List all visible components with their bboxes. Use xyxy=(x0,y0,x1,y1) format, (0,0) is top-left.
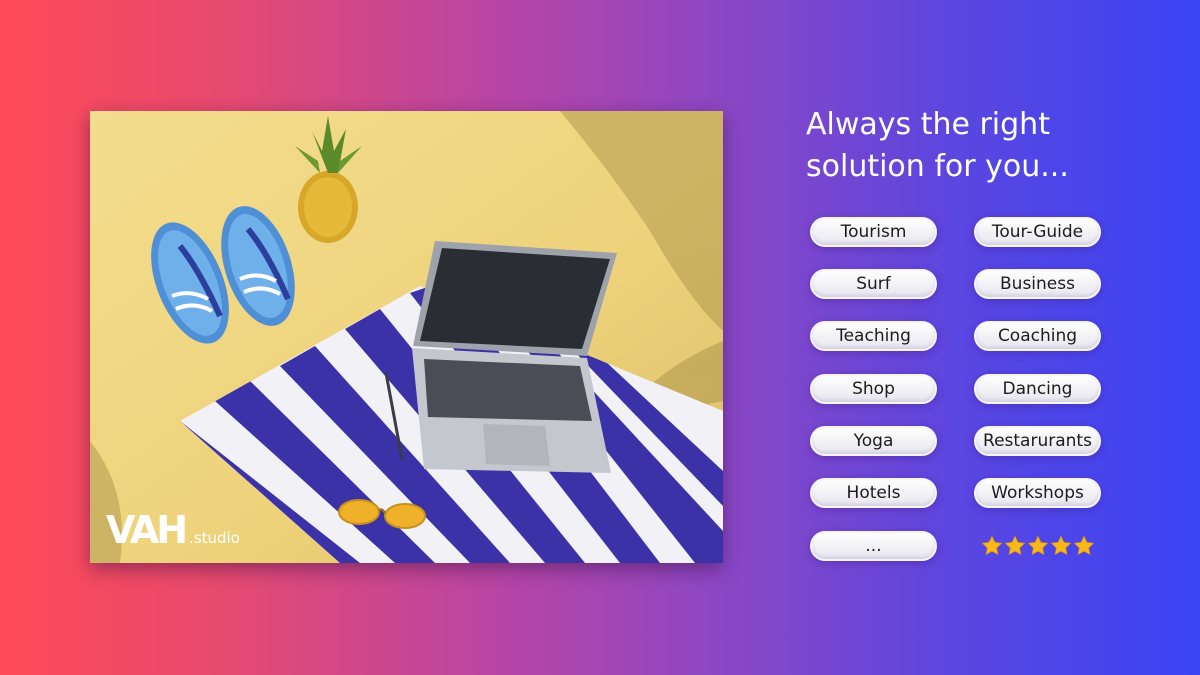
tag-tour-guide[interactable]: Tour-Guide xyxy=(974,217,1101,247)
tag-hotels[interactable]: Hotels xyxy=(810,478,937,508)
beach-scene-illustration xyxy=(90,111,723,563)
star-icon xyxy=(1027,535,1049,556)
vah-studio-logo: VAH .studio xyxy=(106,511,240,549)
tag-surf[interactable]: Surf xyxy=(810,269,937,299)
tag-workshops[interactable]: Workshops xyxy=(974,478,1101,508)
tag-teaching[interactable]: Teaching xyxy=(810,321,937,351)
tag-shop[interactable]: Shop xyxy=(810,374,937,404)
headline-line-2: solution for you... xyxy=(806,149,1069,184)
headline: Always the right solution for you... xyxy=(806,104,1166,188)
tag-dancing[interactable]: Dancing xyxy=(974,374,1101,404)
tag-more[interactable]: ... xyxy=(810,531,937,561)
tag-tourism[interactable]: Tourism xyxy=(810,217,937,247)
star-rating xyxy=(981,535,1097,559)
logo-subtext: .studio xyxy=(189,529,240,547)
beach-workspace-photo: VAH .studio xyxy=(90,111,723,563)
tag-restaurants[interactable]: Restarurants xyxy=(974,426,1101,456)
tag-coaching[interactable]: Coaching xyxy=(974,321,1101,351)
headline-line-1: Always the right xyxy=(806,107,1050,142)
logo-mark: VAH xyxy=(106,508,188,552)
star-icon xyxy=(1050,535,1072,556)
star-icon xyxy=(981,535,1003,556)
star-icon xyxy=(1004,535,1026,556)
tag-yoga[interactable]: Yoga xyxy=(810,426,937,456)
star-icon xyxy=(1073,535,1095,556)
tag-business[interactable]: Business xyxy=(974,269,1101,299)
